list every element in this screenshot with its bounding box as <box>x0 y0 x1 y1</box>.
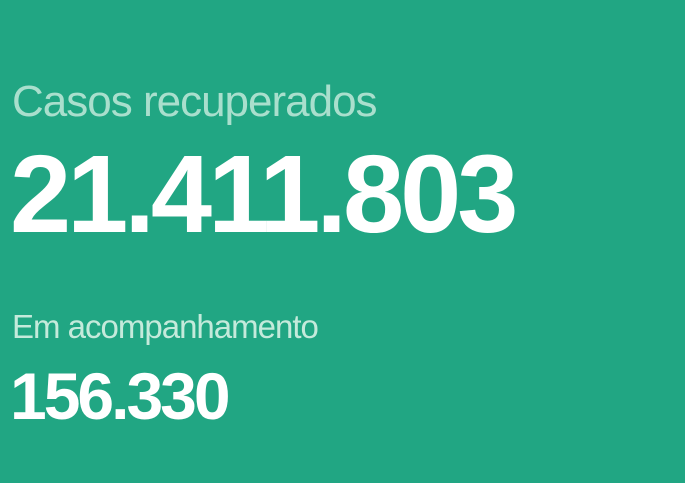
recovered-cases-label: Casos recuperados <box>12 77 378 126</box>
monitoring-cases-label: Em acompanhamento <box>12 308 319 345</box>
recovered-cases-value: 21.411.803 <box>10 133 518 256</box>
monitoring-cases-value: 156.330 <box>10 359 231 433</box>
recovered-cases-card: Casos recuperados 21.411.803 Em acompanh… <box>0 0 685 483</box>
